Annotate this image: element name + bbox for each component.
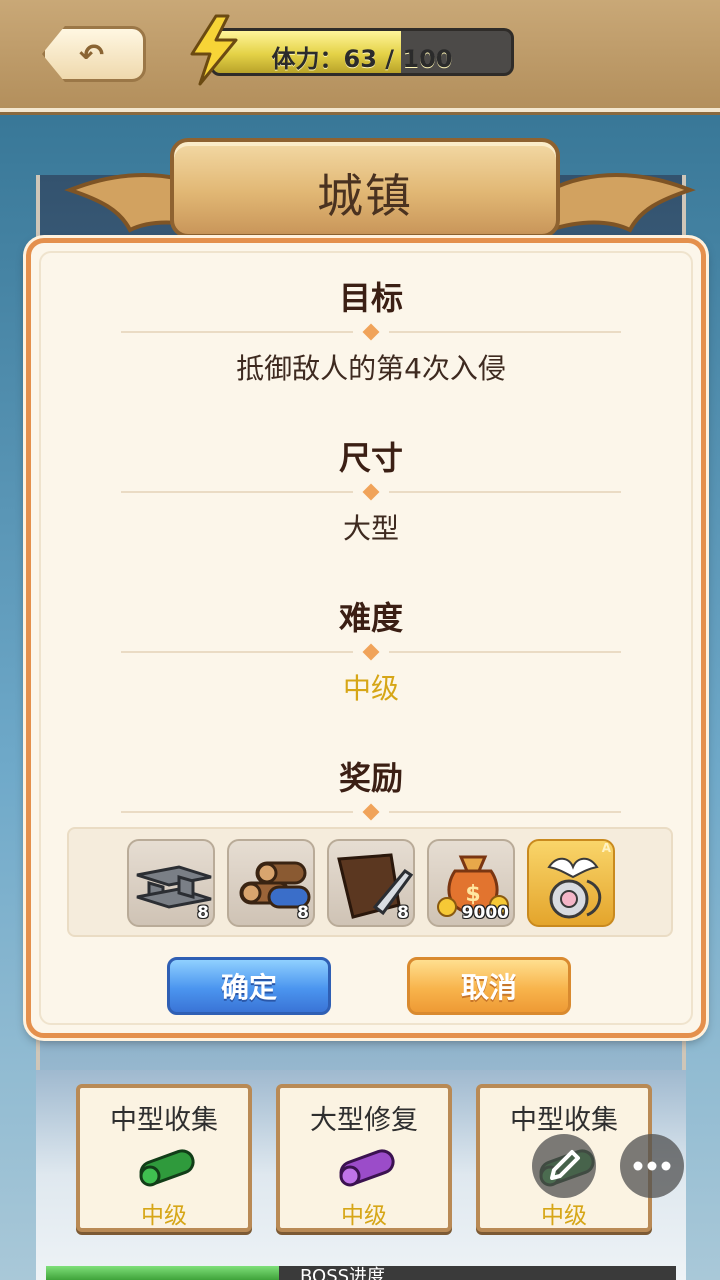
task-title: 大型修复: [310, 1105, 418, 1136]
task-card[interactable]: 中型收集 中级: [76, 1084, 252, 1232]
divider: [121, 643, 621, 661]
stamina-bar: 体力：63 / 100: [210, 28, 514, 76]
size-heading: 尺寸: [338, 439, 403, 477]
reward-count: 8: [297, 903, 309, 923]
rank-badge: A: [601, 841, 611, 855]
task-title: 中型收集: [110, 1105, 218, 1136]
more-button[interactable]: [620, 1134, 684, 1198]
scroll-icon: [339, 1149, 395, 1187]
cancel-button[interactable]: 取消: [407, 957, 571, 1015]
difficulty-heading: 难度: [338, 599, 403, 637]
divider: [121, 483, 621, 501]
lightning-icon: [190, 14, 238, 86]
task-level: 中级: [141, 1203, 187, 1229]
back-arrow-icon: ↶: [79, 38, 105, 73]
reward-heading: 奖励: [338, 759, 403, 797]
reward-slot-leather[interactable]: 8: [327, 839, 415, 927]
back-button[interactable]: ↶: [42, 26, 146, 82]
mission-dialog: 目标 抵御敌人的第4次入侵 尺寸 大型 难度 中级 奖励 8 8 8 $ 900…: [26, 238, 706, 1038]
more-dots-icon: [633, 1161, 671, 1171]
confirm-button[interactable]: 确定: [167, 957, 331, 1015]
page-title: 城镇: [317, 169, 413, 223]
pencil-icon: [550, 1150, 580, 1180]
goal-value: 抵御敌人的第4次入侵: [236, 352, 506, 385]
task-card[interactable]: 大型修复 中级: [276, 1084, 452, 1232]
scroll-icon: [139, 1149, 195, 1187]
reward-count: 8: [197, 903, 209, 923]
reward-slot-medal[interactable]: A: [527, 839, 615, 927]
difficulty-value: 中级: [342, 672, 399, 705]
goal-heading: 目标: [338, 279, 403, 317]
task-level: 中级: [541, 1203, 587, 1229]
task-title: 中型收集: [510, 1105, 618, 1136]
reward-slot-steel[interactable]: 8: [127, 839, 215, 927]
reward-count: 9000: [461, 903, 509, 923]
task-level: 中级: [341, 1203, 387, 1229]
edit-button[interactable]: [532, 1134, 596, 1198]
title-banner: 城镇: [170, 138, 560, 238]
size-value: 大型: [342, 512, 399, 545]
boss-progress-label: BOSS进度: [300, 1266, 386, 1280]
reward-slot-gold[interactable]: $ 9000: [427, 839, 515, 927]
divider: [121, 323, 621, 341]
reward-count: 8: [397, 903, 409, 923]
boss-progress-fill: [46, 1266, 279, 1280]
stamina-label: 体力：63 / 100: [271, 45, 453, 73]
divider: [121, 803, 621, 821]
rewards-panel: 8 8 8 $ 9000 A: [67, 827, 673, 937]
reward-slot-wood[interactable]: 8: [227, 839, 315, 927]
top-bar: ↶ 体力：63 / 100: [0, 0, 720, 112]
